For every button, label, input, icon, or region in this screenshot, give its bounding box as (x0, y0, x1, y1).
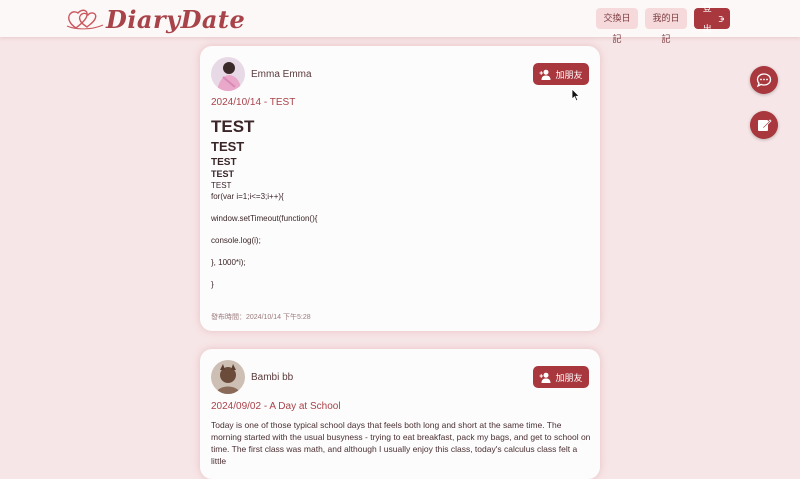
nav-exchange-diary-button[interactable]: 交換日記 (596, 8, 638, 44)
write-diary-button[interactable] (750, 111, 778, 139)
add-user-icon (539, 372, 551, 383)
author-name[interactable]: Bambi bb (251, 372, 293, 383)
add-user-icon (539, 69, 551, 80)
edit-note-icon (758, 119, 772, 131)
top-header: DiaryDate 交換日記 我的日記 登出 (0, 0, 800, 44)
post-title[interactable]: 2024/09/02 - A Day at School (211, 401, 341, 412)
add-friend-label: 加朋友 (555, 69, 583, 80)
logout-button[interactable]: 登出 (694, 3, 730, 34)
heading-4: TEST (211, 169, 235, 179)
app-name: DiaryDate (106, 4, 246, 34)
add-friend-button[interactable]: 加朋友 (533, 63, 589, 85)
diary-card: Emma Emma 加朋友 2024/10/14 - TEST TEST TES… (200, 46, 600, 331)
code-line: } (211, 280, 214, 289)
heading-2: TEST (211, 139, 245, 154)
avatar-photo-icon (211, 57, 245, 91)
chat-button[interactable] (750, 66, 778, 94)
diary-card: Bambi bb 加朋友 2024/09/02 - A Day at Schoo… (200, 349, 600, 479)
heart-logo-icon (66, 9, 104, 30)
logout-icon (718, 15, 724, 22)
code-line: window.setTimeout(function(){ (211, 214, 318, 223)
published-time: 發布時間：2024/10/14 下午5:28 (211, 314, 311, 321)
avatar[interactable] (211, 57, 245, 91)
nav-my-diary-button[interactable]: 我的日記 (645, 8, 687, 44)
app-logo[interactable]: DiaryDate (66, 4, 245, 34)
chat-bubble-icon (756, 73, 772, 88)
avatar[interactable] (211, 360, 245, 394)
logout-label: 登出 (702, 2, 712, 34)
code-line: console.log(i); (211, 236, 261, 245)
code-line: }, 1000*i); (211, 258, 246, 267)
body-line: TEST (211, 181, 232, 190)
post-title[interactable]: 2024/10/14 - TEST (211, 97, 295, 108)
author-name[interactable]: Emma Emma (251, 69, 312, 80)
add-friend-label: 加朋友 (555, 372, 583, 383)
mouse-cursor-icon (571, 88, 581, 102)
heading-3: TEST (211, 157, 237, 168)
post-paragraph: Today is one of those typical school day… (211, 420, 591, 466)
code-line: for(var i=1;i<=3;i++){ (211, 192, 284, 201)
avatar-photo-icon (211, 360, 245, 394)
post-body: TEST TEST TEST TEST TEST for(var i=1;i<=… (211, 117, 591, 290)
add-friend-button[interactable]: 加朋友 (533, 366, 589, 388)
heading-1: TEST (211, 117, 255, 136)
